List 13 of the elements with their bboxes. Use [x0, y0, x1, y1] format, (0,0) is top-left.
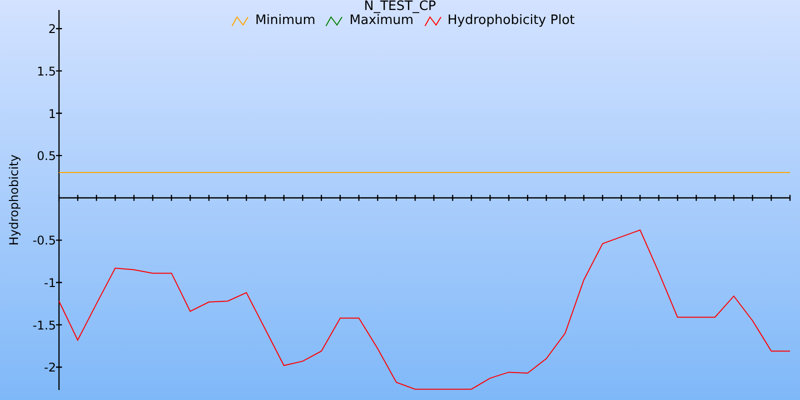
tick-label: -1.5 — [32, 318, 56, 332]
tick-label: -1 — [44, 276, 56, 290]
chart-title: N_TEST_CP — [364, 0, 436, 13]
legend-label: Minimum — [255, 13, 316, 28]
tick-label: 1 — [48, 106, 56, 121]
tick-label: -0.5 — [32, 234, 56, 248]
tick-label: 2 — [48, 22, 56, 36]
tick-label: 0.5 — [36, 149, 56, 164]
tick-label: -2 — [44, 360, 56, 375]
legend-label: Hydrophobicity Plot — [448, 13, 575, 28]
legend-label: Maximum — [349, 13, 414, 28]
axis-title: Hydrophobicity — [7, 154, 21, 246]
tick-label: 1.5 — [36, 64, 56, 78]
